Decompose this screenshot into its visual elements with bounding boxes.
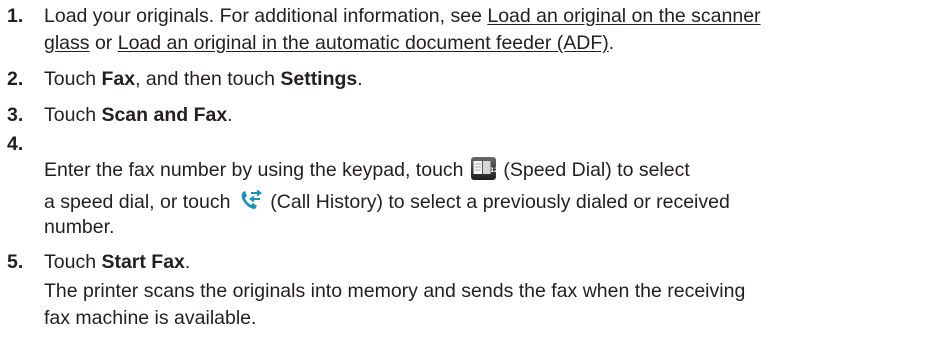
load-original-scanner-glass-link[interactable]: Load an original on the scanner bbox=[487, 5, 760, 27]
step-number: 5. bbox=[7, 251, 24, 273]
fax-label: Fax bbox=[101, 68, 136, 90]
settings-label: Settings bbox=[280, 68, 358, 90]
scan-and-fax-label: Scan and Fax bbox=[101, 104, 228, 126]
step-text: . bbox=[184, 251, 191, 273]
step-text-line: Enter the fax number by using the keypad… bbox=[44, 157, 690, 182]
step-text: . bbox=[357, 68, 363, 90]
step-text: . bbox=[227, 104, 233, 126]
step-text: Touch bbox=[44, 251, 102, 273]
step-text: (Call History) to select a previously di… bbox=[264, 191, 730, 213]
instruction-list: 1. Load your originals. For additional i… bbox=[0, 0, 941, 346]
step-text-line: glass or Load an original in the automat… bbox=[44, 32, 614, 55]
step-text: number. bbox=[44, 216, 115, 238]
step-number: 3. bbox=[7, 104, 24, 126]
step-text-line: number. bbox=[44, 216, 114, 239]
call-history-icon bbox=[238, 189, 263, 212]
step-text: or bbox=[89, 32, 118, 54]
step-note: fax machine is available. bbox=[44, 307, 257, 329]
step-text: Touch bbox=[44, 104, 102, 126]
start-fax-label: Start Fax bbox=[101, 251, 185, 273]
step-text: Load your originals. For additional info… bbox=[44, 5, 488, 27]
step-number: 1. bbox=[7, 5, 24, 27]
step-number: 4. bbox=[7, 133, 24, 155]
step-text-line: Touch Scan and Fax. bbox=[44, 104, 233, 127]
step-number: 2. bbox=[7, 68, 24, 90]
step-note-line: The printer scans the originals into mem… bbox=[44, 280, 745, 303]
step-text-line: Touch Fax, and then touch Settings. bbox=[44, 68, 363, 91]
step-text: , and then touch bbox=[135, 68, 281, 90]
load-original-scanner-glass-link-cont[interactable]: glass bbox=[44, 32, 90, 54]
step-text-line: Load your originals. For additional info… bbox=[44, 5, 761, 28]
step-text: Touch bbox=[44, 68, 102, 90]
step-note: The printer scans the originals into mem… bbox=[44, 280, 746, 302]
load-original-adf-link[interactable]: Load an original in the automatic docume… bbox=[118, 32, 609, 54]
step-note-line: fax machine is available. bbox=[44, 307, 256, 330]
step-text: a speed dial, or touch bbox=[44, 191, 236, 213]
step-text: . bbox=[608, 32, 615, 54]
step-text-line: a speed dial, or touch (Call History) to… bbox=[44, 189, 730, 214]
svg-text:123: 123 bbox=[490, 167, 496, 174]
step-text: (Speed Dial) to select bbox=[497, 159, 690, 181]
step-text-line: Touch Start Fax. bbox=[44, 251, 190, 274]
step-text: Enter the fax number by using the keypad… bbox=[44, 159, 469, 181]
speed-dial-icon: 123 bbox=[470, 157, 502, 180]
